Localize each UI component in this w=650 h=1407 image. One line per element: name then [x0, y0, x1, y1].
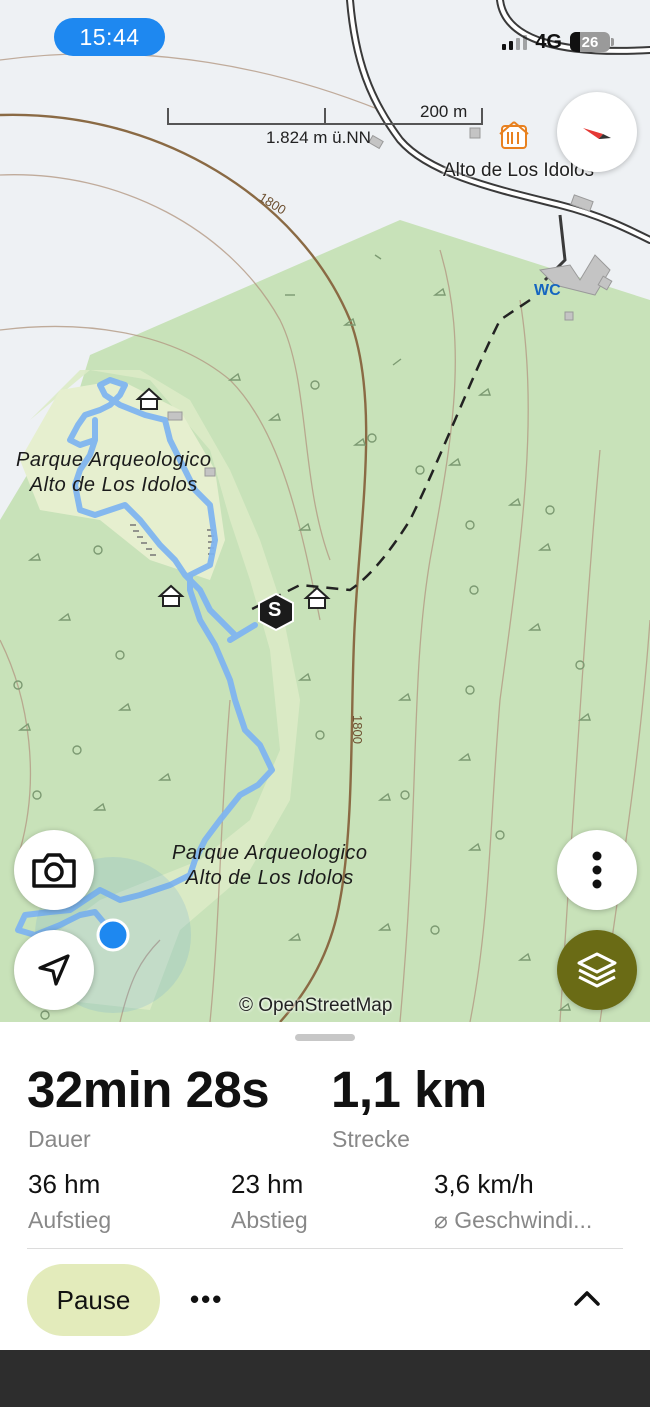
network-type: 4G: [535, 30, 562, 53]
descent-label: Abstieg: [231, 1207, 308, 1233]
current-location-dot: [96, 918, 130, 952]
park-label-top: Parque Arqueologico Alto de Los Idolos: [16, 449, 212, 496]
tracking-sheet: 32min 28s Dauer 1,1 km Strecke 36 hm Auf…: [0, 1022, 650, 1350]
layers-icon: [577, 952, 617, 988]
battery-icon: 26: [570, 32, 614, 52]
map-view[interactable]: 15:44 4G 26 200 m 1.824 m ü.NN Alto de L…: [0, 0, 650, 1022]
camera-button[interactable]: [14, 830, 94, 910]
signal-icon: [502, 34, 528, 50]
duration-value: 32min 28s: [27, 1061, 270, 1118]
map-attribution[interactable]: © OpenStreetMap: [239, 995, 392, 1017]
descent-value: 23 hm: [231, 1169, 304, 1199]
wc-label: WC: [534, 282, 561, 299]
status-time: 15:44: [54, 18, 165, 56]
start-marker-label: S: [268, 599, 282, 621]
navigation-arrow-icon: [38, 954, 70, 986]
more-actions-button[interactable]: •••: [190, 1284, 223, 1315]
distance-label: Strecke: [332, 1126, 410, 1152]
duration-label: Dauer: [28, 1126, 91, 1152]
divider: [27, 1248, 623, 1249]
compass-button[interactable]: [557, 92, 637, 172]
distance-value: 1,1 km: [331, 1061, 487, 1118]
park-label-bottom: Parque Arqueologico Alto de Los Idolos: [172, 842, 368, 889]
system-bottom-bar: [0, 1350, 650, 1407]
contour-label-2: 1800: [349, 715, 365, 744]
chevron-up-icon[interactable]: [570, 1284, 604, 1314]
more-options-button[interactable]: [557, 830, 637, 910]
compass-icon: [583, 128, 611, 139]
speed-value: 3,6 km/h: [434, 1169, 534, 1199]
scale-distance: 200 m: [420, 102, 468, 121]
speed-label: ⌀ Geschwindi...: [434, 1207, 593, 1233]
ascent-value: 36 hm: [28, 1169, 101, 1199]
layers-button[interactable]: [557, 930, 637, 1010]
status-indicators: 4G 26: [502, 28, 614, 56]
restaurant-icon: [499, 121, 529, 149]
ascent-label: Aufstieg: [28, 1207, 112, 1233]
sheet-drag-handle[interactable]: [295, 1034, 355, 1041]
camera-icon: [32, 853, 76, 888]
pause-button[interactable]: Pause: [27, 1264, 160, 1336]
more-vertical-icon: [592, 851, 602, 889]
navigation-button[interactable]: [14, 930, 94, 1010]
elevation-readout: 1.824 m ü.NN: [266, 128, 371, 147]
